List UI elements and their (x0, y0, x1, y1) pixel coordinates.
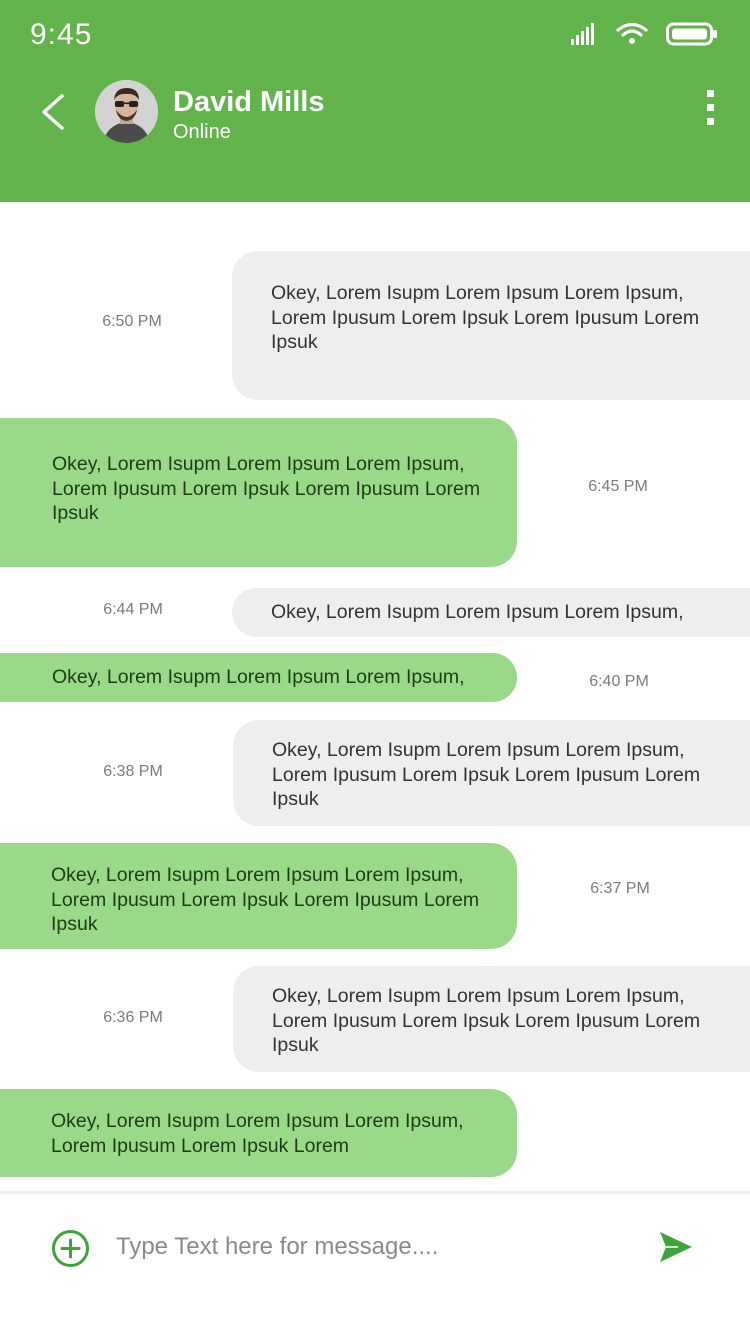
avatar[interactable] (95, 80, 158, 143)
contact-name: David Mills (173, 86, 325, 118)
add-circle-icon (52, 1230, 89, 1267)
message-bubble-incoming[interactable]: Okey, Lorem Isupm Lorem Ipsum Lorem Ipsu… (232, 588, 750, 637)
message-time: 6:45 PM (588, 478, 648, 495)
contact-status: Online (173, 121, 231, 143)
message-time: 6:37 PM (590, 880, 650, 897)
message-time: 6:44 PM (103, 601, 163, 618)
more-vertical-icon (707, 90, 714, 125)
message-text: Okey, Lorem Isupm Lorem Ipsum Lorem Ipsu… (52, 453, 481, 524)
back-button[interactable] (36, 90, 72, 134)
message-text: Okey, Lorem Isupm Lorem Ipsum Lorem Ipsu… (51, 864, 480, 935)
status-icons (570, 22, 718, 46)
battery-icon (666, 22, 717, 46)
signal-icon (571, 23, 594, 45)
message-input[interactable] (116, 1226, 636, 1268)
chat-header: 9:45 David Mills Online (0, 0, 750, 202)
more-options-button[interactable] (700, 88, 722, 128)
message-bubble-incoming[interactable]: Okey, Lorem Isupm Lorem Ipsum Lorem Ipsu… (232, 251, 750, 400)
message-text: Okey, Lorem Isupm Lorem Ipsum Lorem Ipsu… (271, 282, 700, 353)
message-bubble-outgoing[interactable]: Okey, Lorem Isupm Lorem Ipsum Lorem Ipsu… (0, 843, 517, 949)
send-icon (660, 1232, 692, 1262)
message-time: 6:50 PM (102, 313, 162, 330)
send-button[interactable] (658, 1229, 694, 1265)
message-text: Okey, Lorem Isupm Lorem Ipsum Lorem Ipsu… (52, 666, 465, 688)
status-time: 9:45 (30, 18, 93, 51)
add-attachment-button[interactable] (51, 1229, 90, 1268)
composer-divider (0, 1191, 750, 1194)
message-text: Okey, Lorem Isupm Lorem Ipsum Lorem Ipsu… (51, 1110, 464, 1157)
message-bubble-incoming[interactable]: Okey, Lorem Isupm Lorem Ipsum Lorem Ipsu… (233, 966, 750, 1072)
wifi-icon (616, 22, 648, 44)
message-time: 6:38 PM (103, 763, 163, 780)
message-text: Okey, Lorem Isupm Lorem Ipsum Lorem Ipsu… (272, 739, 701, 810)
message-text: Okey, Lorem Isupm Lorem Ipsum Lorem Ipsu… (271, 601, 684, 623)
message-bubble-outgoing[interactable]: Okey, Lorem Isupm Lorem Ipsum Lorem Ipsu… (0, 653, 517, 702)
message-text: Okey, Lorem Isupm Lorem Ipsum Lorem Ipsu… (272, 985, 701, 1056)
message-bubble-outgoing[interactable]: Okey, Lorem Isupm Lorem Ipsum Lorem Ipsu… (0, 418, 517, 567)
message-bubble-outgoing[interactable]: Okey, Lorem Isupm Lorem Ipsum Lorem Ipsu… (0, 1089, 517, 1177)
chevron-left-icon (42, 94, 64, 130)
user-avatar-icon (95, 80, 158, 143)
message-time: 6:36 PM (103, 1009, 163, 1026)
message-time: 6:40 PM (589, 673, 649, 690)
message-bubble-incoming[interactable]: Okey, Lorem Isupm Lorem Ipsum Lorem Ipsu… (233, 720, 750, 826)
